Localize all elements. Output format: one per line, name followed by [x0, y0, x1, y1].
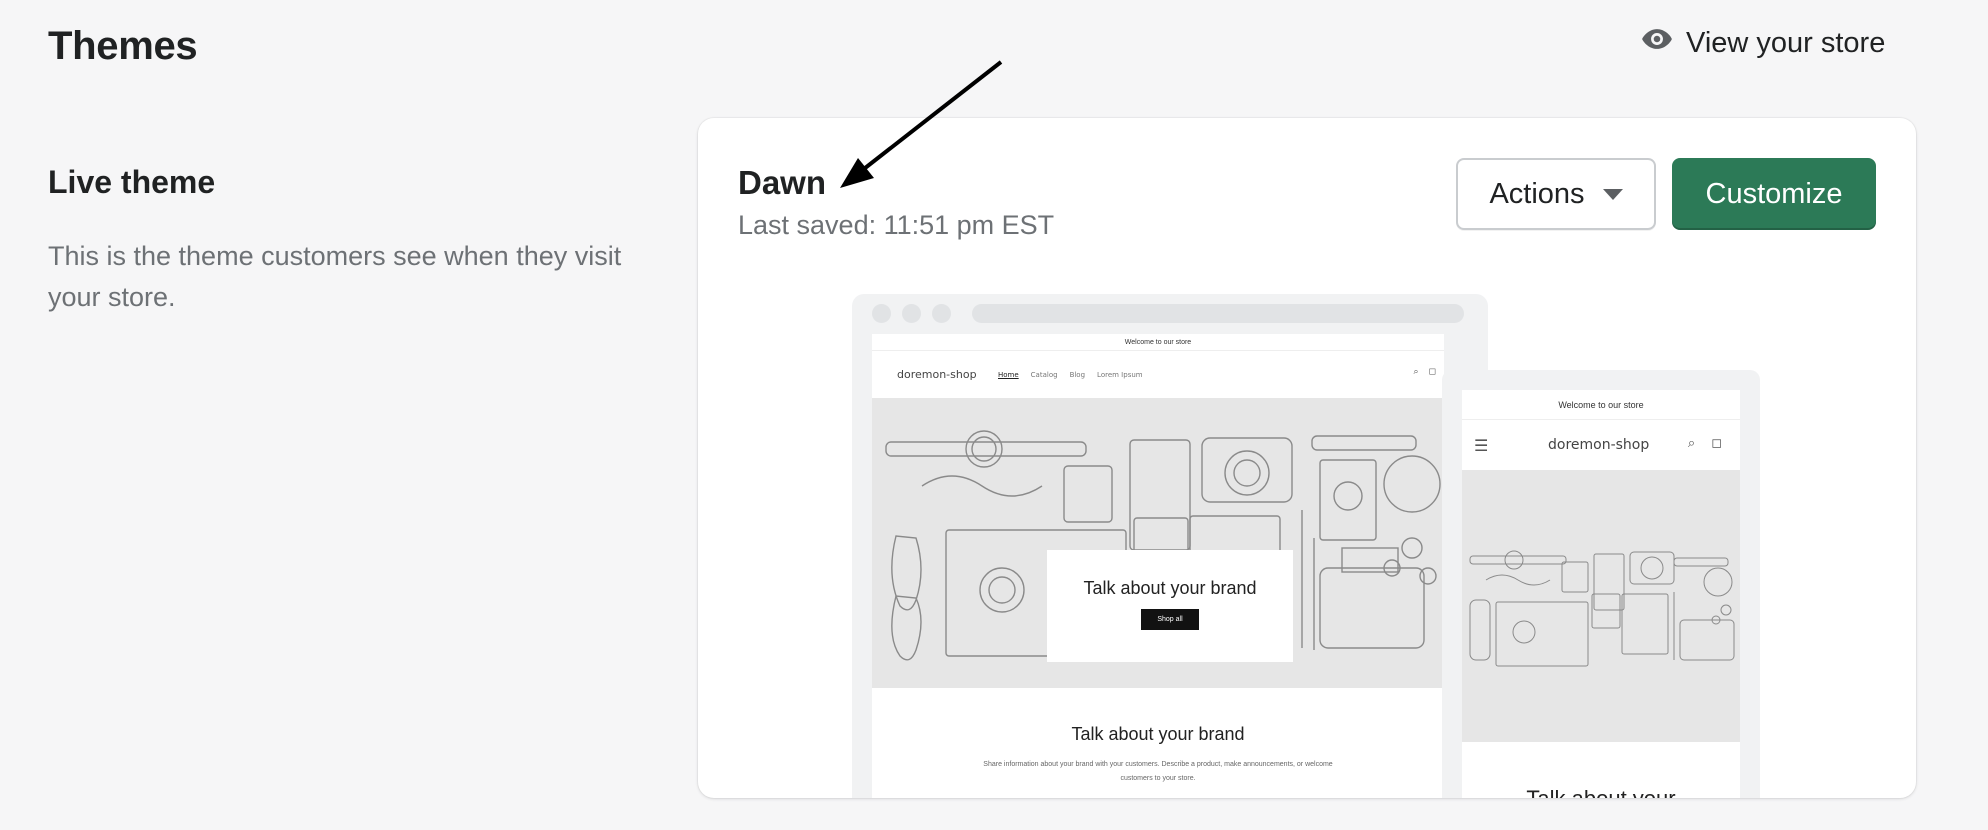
hero-title: Talk about your brand: [1083, 578, 1257, 598]
hero-image: Talk about your brand Shop all: [872, 398, 1444, 688]
customize-button[interactable]: Customize: [1672, 158, 1876, 230]
mobile-store-logo: doremon-shop: [1548, 437, 1650, 453]
store-nav: Home Catalog Blog Lorem Ipsum: [998, 371, 1143, 379]
desktop-preview: Welcome to our store doremon-shop Home C…: [852, 294, 1488, 798]
shop-all-button: Shop all: [1141, 609, 1199, 630]
hamburger-icon: ☰: [1474, 436, 1489, 455]
mobile-announcement-bar: Welcome to our store: [1462, 390, 1740, 420]
cart-icon: ◻: [1711, 436, 1722, 451]
desktop-screen: Welcome to our store doremon-shop Home C…: [872, 334, 1444, 798]
page-title: Themes: [48, 24, 198, 68]
url-bar: [972, 304, 1464, 323]
theme-last-saved: Last saved: 11:51 pm EST: [738, 210, 1055, 240]
mobile-hero-illustration: [1469, 550, 1735, 667]
nav-item: Catalog: [1030, 371, 1058, 379]
caret-down-icon: [1602, 188, 1623, 200]
section-title: Talk about your brand: [1071, 724, 1245, 744]
view-store-link[interactable]: View your store: [1640, 22, 1885, 64]
hero-text-box: Talk about your brand Shop all: [1047, 550, 1293, 662]
announcement-bar: Welcome to our store: [872, 334, 1444, 351]
theme-card: Dawn Last saved: 11:51 pm EST Actions Cu…: [698, 118, 1916, 798]
actions-button[interactable]: Actions: [1456, 158, 1656, 230]
actions-label: Actions: [1489, 177, 1585, 210]
mobile-section-title: Talk about your: [1462, 786, 1740, 798]
mobile-screen: Welcome to our store ☰ doremon-shop ⌕ ◻: [1462, 390, 1740, 798]
nav-item: Blog: [1069, 371, 1086, 379]
mobile-preview: Welcome to our store ☰ doremon-shop ⌕ ◻: [1442, 370, 1760, 798]
section-text: Share information about your brand with …: [983, 761, 1333, 782]
theme-name: Dawn: [738, 164, 827, 201]
store-header: doremon-shop Home Catalog Blog Lorem Ips…: [872, 351, 1444, 398]
live-theme-heading: Live theme: [48, 164, 216, 200]
eye-icon: [1640, 22, 1674, 64]
cart-icon: ◻: [1428, 367, 1436, 377]
mobile-store-header: ☰ doremon-shop ⌕ ◻: [1462, 420, 1740, 470]
window-dots: [872, 304, 951, 323]
store-logo: doremon-shop: [897, 368, 977, 381]
search-icon: ⌕: [1687, 436, 1696, 451]
view-store-label: View your store: [1686, 26, 1886, 59]
live-theme-description: This is the theme customers see when the…: [48, 241, 622, 312]
nav-item: Home: [998, 371, 1019, 379]
mobile-hero-image: [1462, 470, 1740, 742]
search-icon: ⌕: [1413, 367, 1419, 377]
nav-item: Lorem Ipsum: [1097, 371, 1143, 379]
